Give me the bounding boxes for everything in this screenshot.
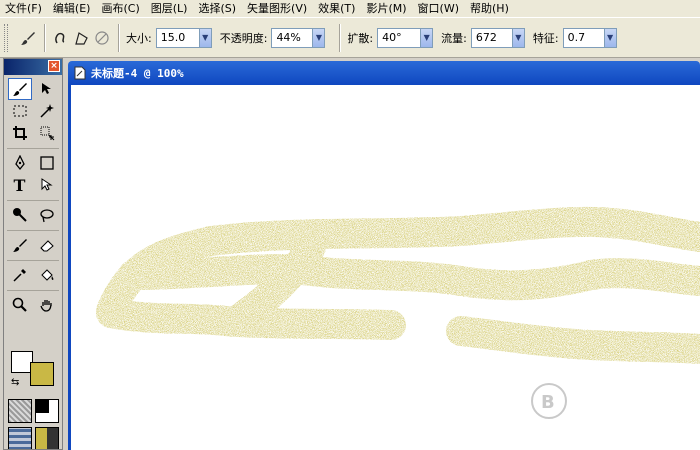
menu-effects[interactable]: 效果(T) [318, 1, 355, 16]
flow-input[interactable] [471, 28, 512, 47]
chevron-down-icon[interactable]: ▼ [312, 28, 325, 47]
brush-icon[interactable] [18, 27, 38, 49]
toolbar-grip[interactable] [4, 23, 8, 52]
chevron-down-icon[interactable]: ▼ [420, 28, 433, 47]
text-tool-icon[interactable]: T [8, 174, 32, 196]
toolbar-separator [44, 23, 46, 52]
close-icon[interactable]: × [48, 60, 60, 72]
size-field: ▼ [155, 27, 212, 48]
feature-label: 特征: [532, 31, 559, 45]
flow-label: 流量: [441, 31, 467, 45]
lasso-tool-icon[interactable] [35, 204, 59, 226]
target-icon[interactable] [92, 27, 112, 49]
menu-edit[interactable]: 编辑(E) [53, 1, 91, 16]
menu-window[interactable]: 窗口(W) [418, 1, 459, 16]
pattern-thumbnail[interactable] [8, 427, 32, 449]
opacity-label: 不透明度: [219, 31, 268, 45]
menu-layer[interactable]: 图层(L) [151, 1, 188, 16]
tools-panel-header[interactable]: × [4, 59, 62, 75]
swap-colors-icon[interactable]: ⇆ [11, 377, 19, 388]
toolbar-separator [339, 23, 342, 52]
zoom-tool-icon[interactable] [8, 294, 32, 316]
svg-text:B: B [541, 392, 555, 413]
tools-panel: × T ⇆ [3, 58, 63, 450]
options-toolbar: 大小: ▼ 不透明度: ▼ 扩散: ▼ 流量: ▼ 特征: ▼ [0, 17, 700, 58]
pointer-tool-icon[interactable] [35, 78, 59, 100]
mask-thumbnail[interactable] [35, 399, 59, 423]
fill-texture-thumbnail[interactable] [8, 399, 32, 423]
size-input[interactable] [156, 28, 199, 47]
brush-stroke [118, 254, 700, 301]
paintbrush-tool-icon[interactable] [8, 234, 32, 256]
brush-stroke [446, 316, 700, 364]
menu-canvas[interactable]: 画布(C) [101, 1, 139, 16]
document-title-bar[interactable]: 未标题-4 @ 100% [68, 61, 700, 85]
rectangle-tool-icon[interactable] [35, 152, 59, 174]
feature-field: ▼ [562, 27, 617, 48]
menu-select[interactable]: 选择(S) [198, 1, 236, 16]
subselect-tool-icon[interactable] [35, 174, 59, 196]
crop-tool-icon[interactable] [8, 122, 32, 144]
flow-field: ▼ [470, 27, 525, 48]
hand-tool-icon[interactable] [35, 294, 59, 316]
feature-input[interactable] [563, 28, 604, 47]
menu-bar: 文件(F) 编辑(E) 画布(C) 图层(L) 选择(S) 矢量图形(V) 效果… [0, 0, 700, 17]
polygon-path-icon[interactable] [72, 27, 92, 49]
brush-strokes [96, 206, 700, 364]
document-window: B [68, 85, 700, 450]
background-color-swatch[interactable] [30, 362, 54, 386]
paint-bucket-icon[interactable] [35, 264, 59, 286]
slice-tool-icon[interactable] [35, 122, 59, 144]
watermark-logo-icon: B [531, 383, 567, 419]
menu-file[interactable]: 文件(F) [5, 1, 42, 16]
pen-tool-icon[interactable] [8, 152, 32, 174]
spread-input[interactable] [378, 28, 421, 47]
opacity-field: ▼ [271, 27, 326, 48]
eyedropper-tool-icon[interactable] [8, 264, 32, 286]
document-icon [74, 66, 86, 80]
magic-wand-icon[interactable] [35, 100, 59, 122]
document-title: 未标题-4 @ 100% [91, 67, 184, 80]
menu-movie[interactable]: 影片(M) [366, 1, 406, 16]
menu-vector[interactable]: 矢量图形(V) [247, 1, 307, 16]
size-label: 大小: [126, 31, 152, 45]
opacity-input[interactable] [272, 28, 313, 47]
palette-thumbnail[interactable] [35, 427, 59, 449]
chevron-down-icon[interactable]: ▼ [603, 28, 616, 47]
chevron-down-icon[interactable]: ▼ [511, 28, 524, 47]
drawing-canvas[interactable]: B [71, 85, 700, 450]
menu-help[interactable]: 帮助(H) [470, 1, 509, 16]
blur-tool-icon[interactable] [8, 204, 32, 226]
freeform-path-icon[interactable] [52, 27, 72, 49]
brush-tool-icon[interactable] [7, 78, 32, 100]
chevron-down-icon[interactable]: ▼ [198, 28, 211, 47]
spread-label: 扩散: [347, 31, 374, 45]
toolbar-separator [118, 23, 120, 52]
spread-field: ▼ [377, 27, 434, 48]
marquee-tool-icon[interactable] [8, 100, 32, 122]
eraser-tool-icon[interactable] [35, 234, 59, 256]
